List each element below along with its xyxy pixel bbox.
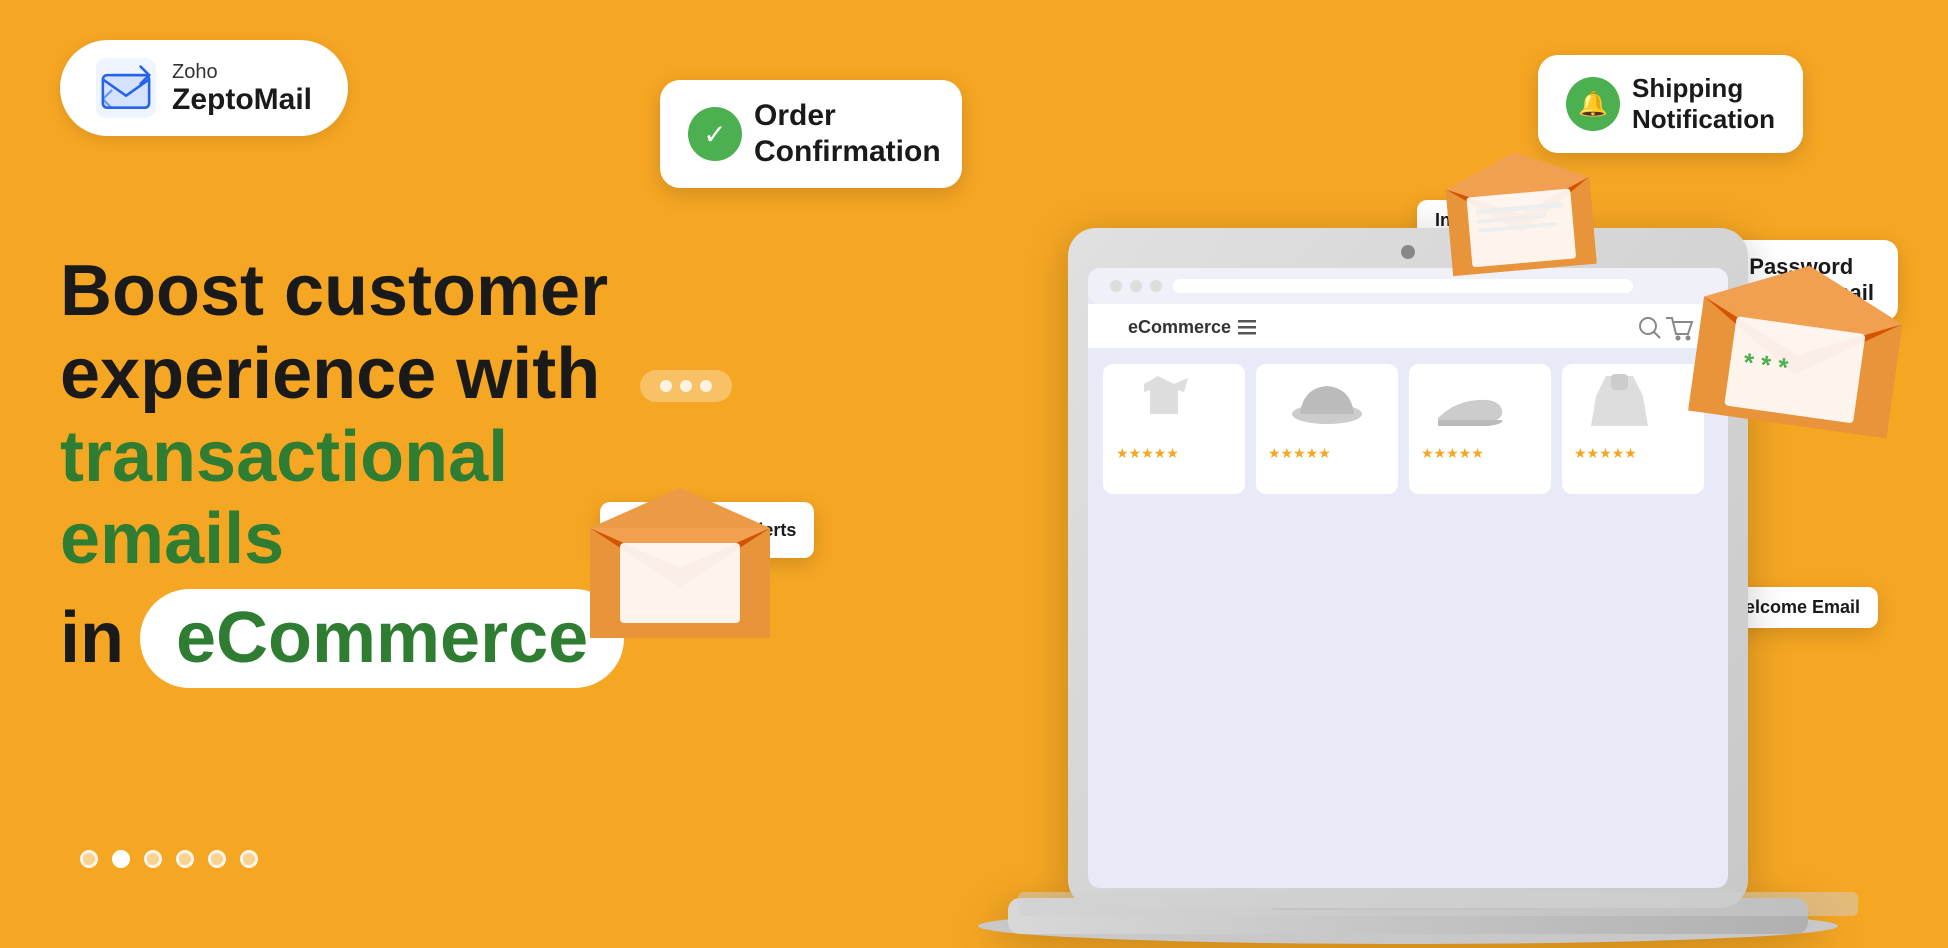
shipping-notification-text: ShippingNotification: [1632, 73, 1775, 135]
dot-6: [240, 850, 258, 868]
shipping-icon: 🔔: [1566, 77, 1620, 131]
dot-5: [208, 850, 226, 868]
hero-in: in: [60, 597, 124, 680]
center-dot-2: [680, 380, 692, 392]
hero-line1: Boost customer: [60, 250, 700, 333]
order-confirmation-text: OrderConfirmation: [754, 98, 934, 170]
svg-text:★★★★★: ★★★★★: [1574, 445, 1637, 461]
svg-text:★★★★★: ★★★★★: [1268, 445, 1331, 461]
dot-1: [80, 850, 98, 868]
order-confirmation-icon: ✓: [688, 107, 742, 161]
logo-text: Zoho ZeptoMail: [172, 61, 312, 116]
logo-container: Zoho ZeptoMail: [60, 40, 348, 136]
svg-text:★★★★★: ★★★★★: [1116, 445, 1179, 461]
center-dots: [640, 370, 732, 402]
center-dot-1: [660, 380, 672, 392]
hero-line2: experience with: [60, 333, 700, 416]
dot-2: [112, 850, 130, 868]
ecommerce-badge-text: eCommerce: [176, 598, 588, 678]
center-dot-3: [700, 380, 712, 392]
keyboard-area: [1018, 888, 1858, 920]
hero-line3: transactional emails: [60, 417, 508, 580]
svg-text:★★★★★: ★★★★★: [1421, 445, 1484, 461]
order-confirmation-bubble: ✓ OrderConfirmation: [660, 80, 962, 188]
zeptomail-logo-icon: [96, 58, 156, 118]
logo-zeptomail: ZeptoMail: [172, 83, 312, 116]
dot-4: [176, 850, 194, 868]
svg-text:eCommerce: eCommerce: [1128, 317, 1231, 337]
ecommerce-badge: eCommerce: [140, 589, 624, 688]
shipping-notification-bubble: 🔔 ShippingNotification: [1538, 55, 1803, 153]
dot-3: [144, 850, 162, 868]
payment-envelope: [580, 488, 780, 648]
password-envelope: * * *: [1677, 246, 1919, 450]
dots-decoration: [80, 850, 258, 868]
svg-text:* * *: * * *: [1741, 347, 1790, 383]
invoice-envelope: [1435, 141, 1606, 284]
logo-zoho: Zoho: [172, 61, 312, 83]
